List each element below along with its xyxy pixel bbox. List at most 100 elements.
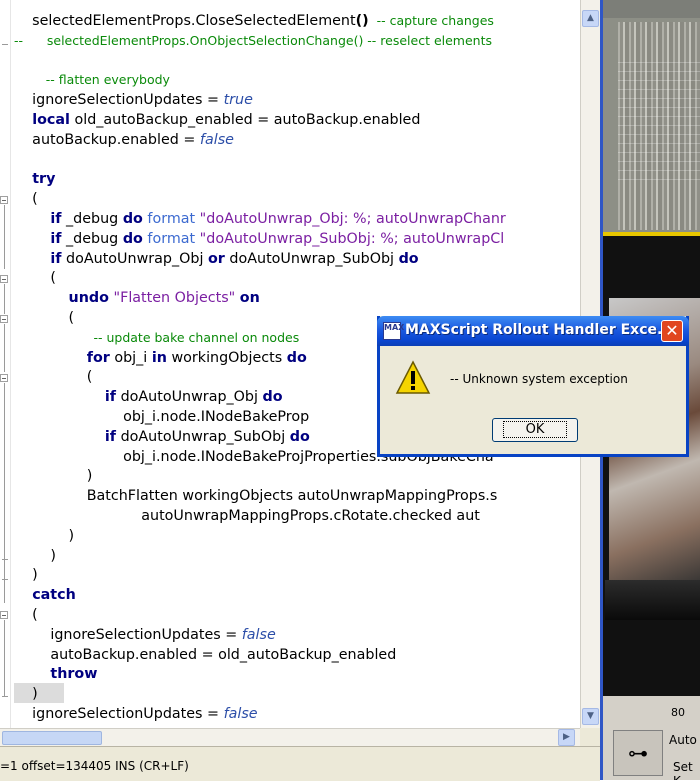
error-dialog: MAX MAXScript Rollout Handler Exce... ✕ … [377,316,689,457]
code-token: ) [14,527,75,544]
code-token: -- flatten everybody [14,72,170,88]
horizontal-scrollbar[interactable]: ▶ [0,728,580,747]
fold-line [4,205,5,269]
code-token: -- update bake channel on nodes [14,329,300,345]
code-token: ( [14,191,38,208]
scroll-down-button[interactable]: ▼ [582,708,599,725]
dialog-titlebar[interactable]: MAX MAXScript Rollout Handler Exce... ✕ [377,316,689,346]
code-line[interactable]: BatchFlatten workingObjects autoUnwrapMa… [14,486,498,506]
code-line[interactable]: ) [14,546,56,566]
code-line[interactable]: autoBackup.enabled = old_autoBackup_enab… [14,645,396,665]
status-bar: =1 offset=134405 INS (CR+LF) [0,746,600,781]
code-line[interactable]: autoBackup.enabled = false [14,130,234,150]
code-line[interactable]: undo "Flatten Objects" on [14,288,260,308]
code-line[interactable]: if doAutoUnwrap_Obj or doAutoUnwrap_SubO… [14,249,418,269]
scroll-up-button[interactable]: ▲ [582,10,599,27]
fold-toggle-catch[interactable] [0,611,8,619]
viewport-wireframe-overlay [618,60,700,180]
code-token: ( [14,369,93,386]
code-line[interactable]: -- update bake channel on nodes [14,328,299,348]
code-line[interactable]: ( [14,367,93,387]
close-button[interactable]: ✕ [661,320,683,342]
code-token: _debug [61,230,123,247]
code-line[interactable]: ignoreSelectionUpdates = true [14,90,253,110]
scroll-right-button[interactable]: ▶ [558,729,575,746]
fold-toggle-try[interactable] [0,196,8,204]
code-token: ) [14,547,56,564]
status-text: =1 offset=134405 INS (CR+LF) [0,759,189,773]
key-icon[interactable]: ⊶ [613,730,663,776]
code-line[interactable]: -- flatten everybody [14,70,170,90]
code-token: if [50,250,62,267]
code-token: ) [14,468,93,485]
code-line[interactable]: obj_i.node.INodeBakeProp [14,407,309,427]
code-token: ignoreSelectionUpdates = [14,706,224,722]
code-line[interactable]: ) [14,526,75,546]
code-token: workingObjects [166,349,287,366]
code-line[interactable]: ) [14,684,38,704]
code-token: or [207,250,225,267]
set-key-button[interactable]: Set K [673,760,700,780]
code-token: ignoreSelectionUpdates = [14,92,224,109]
code-token: true [223,92,253,109]
code-line[interactable]: ignoreSelectionUpdates = false [14,704,258,724]
dialog-message: -- Unknown system exception [450,372,628,386]
code-line[interactable]: autoUnwrapMappingProps.cRotate.checked a… [14,506,480,526]
code-line[interactable]: local old_autoBackup_enabled = autoBacku… [14,110,420,130]
code-line[interactable]: ( [14,189,38,209]
code-line[interactable]: if doAutoUnwrap_Obj do [14,387,283,407]
code-token: -- capture changes [368,13,494,28]
code-token: do [286,349,307,366]
code-token: autoBackup.enabled = [14,131,200,148]
auto-key-button[interactable]: Auto [669,733,697,747]
code-token: format [147,230,196,247]
code-token: () [355,13,369,29]
fold-tick [2,44,8,45]
code-token: if [50,211,62,227]
fold-tick [2,696,8,697]
ok-button[interactable]: OK [492,418,578,442]
fold-toggle-for-block[interactable] [0,374,8,382]
code-token: ) [14,686,38,703]
code-line[interactable]: catch [14,585,76,605]
code-token: do [289,428,310,445]
code-token: false [241,626,276,643]
horizontal-scroll-thumb[interactable] [2,731,102,745]
code-token: false [223,706,258,722]
code-line[interactable]: ) [14,466,93,486]
code-line[interactable]: if _debug do format "doAutoUnwrap_Obj: %… [14,209,505,229]
code-token: ) [14,567,38,584]
code-line[interactable]: selectedElementProps.CloseSelectedElemen… [14,11,494,31]
ok-button-label: OK [502,421,568,438]
code-line[interactable]: if _debug do format "doAutoUnwrap_SubObj… [14,229,504,249]
code-line[interactable]: for obj_i in workingObjects do [14,348,307,368]
code-line[interactable]: ) [14,565,38,585]
viewport-toolbar [603,0,700,18]
code-line[interactable]: try [14,169,55,189]
code-line[interactable]: throw [14,664,97,684]
fold-tick [2,559,8,560]
code-token: local [32,112,70,128]
code-line[interactable]: ( [14,605,38,625]
code-line[interactable]: ignoreSelectionUpdates = false [14,625,276,645]
code-token: undo [68,290,109,307]
code-token: doAutoUnwrap_Obj [61,250,208,267]
fold-toggle-if-block[interactable] [0,275,8,283]
fold-toggle-undo-block[interactable] [0,315,8,323]
code-line[interactable]: ( [14,268,56,288]
code-token: "doAutoUnwrap_SubObj: %; autoUnwrapCl [199,230,505,247]
code-token: old_autoBackup_enabled = autoBackup.enab… [69,112,421,128]
code-token: doAutoUnwrap_SubObj [224,250,399,267]
code-token: ( [14,270,56,287]
code-line[interactable]: if doAutoUnwrap_SubObj do [14,427,310,447]
maxscript-app-icon: MAX [383,322,404,340]
code-line[interactable]: ( [14,308,75,328]
code-line[interactable]: -- selectedElementProps.OnObjectSelectio… [14,31,492,51]
code-token: if [104,389,117,406]
